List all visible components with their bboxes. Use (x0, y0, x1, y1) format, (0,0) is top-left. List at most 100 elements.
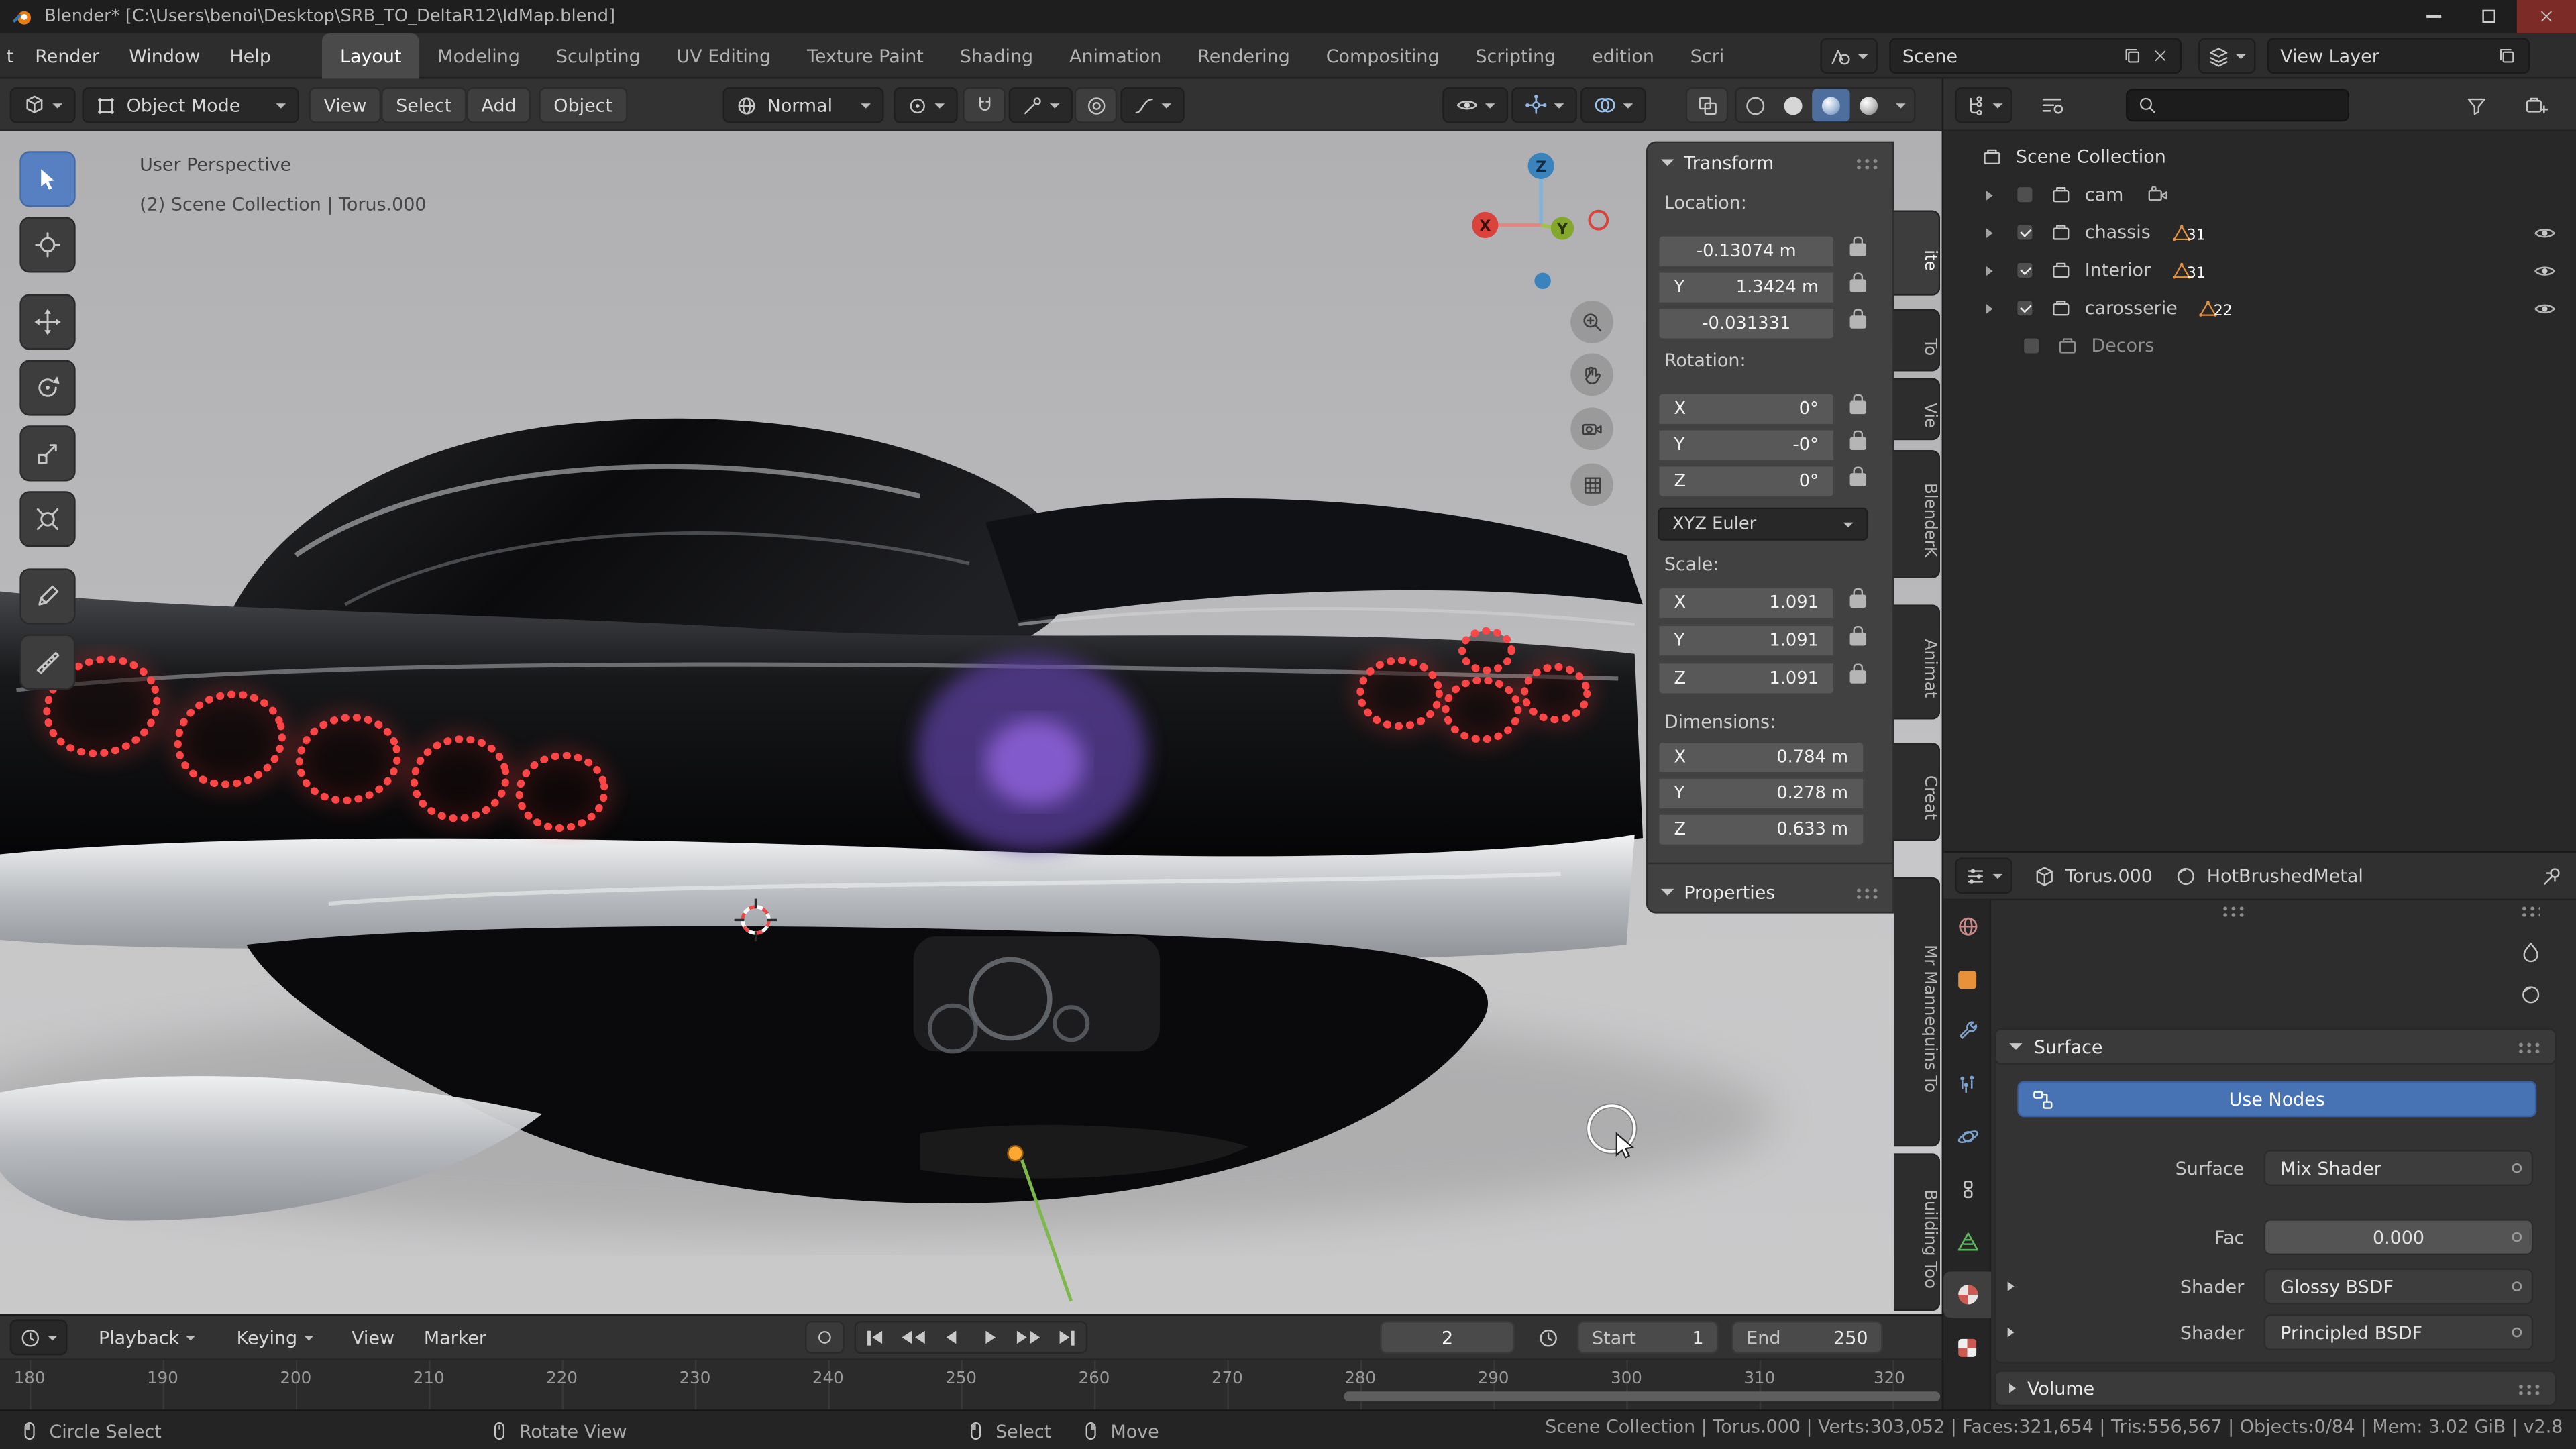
exclude-checkbox[interactable] (2016, 186, 2034, 204)
previous-keyframe-button[interactable] (894, 1322, 932, 1352)
workspace-tab-sculpting[interactable]: Sculpting (538, 33, 659, 79)
frame-start-field[interactable]: Start1 (1577, 1321, 1719, 1354)
side-tab-animation[interactable]: Animat (1894, 604, 1941, 719)
side-tab-blenderkit[interactable]: BlenderK (1894, 450, 1941, 578)
workspace-tab-shading[interactable]: Shading (942, 33, 1051, 79)
properties-tab-object[interactable] (1943, 956, 1991, 1002)
navigation-axis-gizmo[interactable]: Z X Y (1454, 145, 1634, 309)
pan-button[interactable] (1570, 354, 1613, 396)
camera-view-button[interactable] (1570, 407, 1613, 450)
view-layer-browse-button[interactable] (2198, 38, 2256, 74)
lock-icon[interactable] (1850, 670, 1866, 684)
shader2-dropdown[interactable]: Principled BSDF (2264, 1314, 2534, 1350)
copy-icon[interactable] (2497, 46, 2516, 66)
eye-icon[interactable] (2533, 221, 2556, 244)
panel-grip-icon[interactable] (1855, 157, 1880, 168)
view-layer-field[interactable]: View Layer (2267, 38, 2530, 74)
use-nodes-button[interactable]: Use Nodes (2017, 1081, 2536, 1117)
editor-type-button[interactable] (10, 87, 76, 123)
breadcrumb-object-name[interactable]: Torus.000 (2065, 865, 2153, 886)
workspace-tab-scri[interactable]: Scri (1672, 33, 1742, 79)
workspace-tab-compositing[interactable]: Compositing (1308, 33, 1458, 79)
outliner-filter-button[interactable] (2455, 87, 2498, 123)
expand-icon[interactable] (2008, 1328, 2015, 1338)
maximize-button[interactable] (2461, 0, 2517, 33)
overlays-dropdown[interactable] (1580, 87, 1646, 123)
side-tab-create[interactable]: Creat (1894, 743, 1941, 841)
panel-grip-icon[interactable] (1855, 886, 1880, 898)
eye-icon[interactable] (2533, 259, 2556, 282)
rotation-z-field[interactable]: Z0° (1658, 465, 1835, 498)
outliner-search-input[interactable] (2126, 89, 2349, 121)
view-menu-timeline[interactable]: View (341, 1320, 404, 1356)
menu-window[interactable]: Window (114, 33, 215, 79)
eye-icon[interactable] (2533, 297, 2556, 319)
properties-tab-material[interactable] (1943, 1272, 1991, 1318)
material-liquid-button[interactable] (2510, 933, 2550, 969)
lock-icon[interactable] (1850, 279, 1866, 292)
workspace-tab-scripting[interactable]: Scripting (1458, 33, 1574, 79)
dimensions-x-field[interactable]: X0.784 m (1658, 741, 1865, 773)
jump-to-start-button[interactable] (856, 1322, 894, 1352)
outliner-row-interior[interactable]: Interior 31 (1943, 252, 2576, 289)
expand-icon[interactable] (1986, 266, 1993, 276)
tool-measure[interactable] (19, 634, 75, 690)
fac-value-field[interactable]: 0.000 (2264, 1219, 2534, 1255)
snap-settings-dropdown[interactable] (1009, 87, 1073, 123)
side-tab-tool[interactable]: To (1894, 309, 1941, 371)
transform-panel-header[interactable]: Transform (1648, 143, 1892, 182)
shader1-dropdown[interactable]: Glossy BSDF (2264, 1269, 2534, 1305)
select-menu[interactable]: Select (381, 87, 466, 123)
workspace-tab-rendering[interactable]: Rendering (1179, 33, 1307, 79)
outliner-row-chassis[interactable]: chassis 31 (1943, 213, 2576, 251)
location-y-field[interactable]: Y1.3424 m (1658, 271, 1835, 304)
scale-z-field[interactable]: Z1.091 (1658, 662, 1835, 695)
outliner-row-cam[interactable]: cam (1943, 176, 2576, 213)
tool-select-tweak[interactable] (19, 151, 75, 207)
breadcrumb-material-name[interactable]: HotBrushedMetal (2207, 865, 2363, 886)
outliner-row-scene-collection[interactable]: Scene Collection (1943, 138, 2576, 176)
outliner-display-mode-button[interactable] (2031, 87, 2074, 123)
material-slots-grip-icon[interactable] (2221, 905, 2246, 916)
zoom-button[interactable] (1570, 301, 1613, 343)
unlink-icon[interactable] (2152, 48, 2168, 64)
scale-x-field[interactable]: X1.091 (1658, 586, 1835, 619)
volume-panel-header[interactable]: Volume (1994, 1370, 2557, 1406)
lock-icon[interactable] (1850, 595, 1866, 608)
timeline-scrollbar[interactable] (1344, 1391, 1940, 1401)
proportional-edit-toggle[interactable] (1075, 87, 1118, 123)
exclude-checkbox[interactable] (2023, 337, 2041, 355)
new-collection-button[interactable] (2514, 87, 2560, 123)
jump-to-end-button[interactable] (1048, 1322, 1086, 1352)
side-tab-mr-mannequins[interactable]: Mr Mannequins To (1894, 877, 1941, 1147)
shading-material-button[interactable] (1812, 89, 1849, 121)
close-button[interactable] (2517, 0, 2576, 33)
properties-tab-texture[interactable] (1943, 1324, 1991, 1371)
pivot-point-dropdown[interactable] (894, 87, 958, 123)
copy-icon[interactable] (2123, 46, 2142, 66)
scene-browse-button[interactable] (1820, 38, 1878, 74)
side-tab-item[interactable]: ite (1894, 210, 1941, 295)
surface-panel-header[interactable]: Surface (1994, 1028, 2557, 1065)
workspace-tab-texture-paint[interactable]: Texture Paint (789, 33, 942, 79)
properties-panel-header[interactable]: Properties (1648, 872, 1892, 912)
proportional-falloff-dropdown[interactable] (1120, 87, 1185, 123)
exclude-checkbox[interactable] (2016, 261, 2034, 279)
scene-name-field[interactable]: Scene (1889, 38, 2182, 74)
frame-end-field[interactable]: End250 (1731, 1321, 1882, 1354)
properties-tab-object-data[interactable] (1943, 1219, 1991, 1265)
location-z-field[interactable]: -0.031331 (1658, 307, 1835, 340)
marker-menu[interactable]: Marker (414, 1320, 496, 1356)
tool-transform[interactable] (19, 491, 75, 547)
surface-shader-dropdown[interactable]: Mix Shader (2264, 1150, 2534, 1186)
tool-rotate[interactable] (19, 360, 75, 415)
material-slots-menu-button[interactable] (2510, 892, 2550, 928)
properties-tab-constraints[interactable] (1943, 1167, 1991, 1213)
rotation-y-field[interactable]: Y-0° (1658, 429, 1835, 462)
view-menu[interactable]: View (309, 87, 381, 123)
location-x-field[interactable]: -0.13074 m (1658, 235, 1835, 268)
properties-tab-world[interactable] (1943, 904, 1991, 950)
play-button[interactable] (971, 1322, 1009, 1352)
properties-tab-modifiers[interactable] (1943, 1009, 1991, 1055)
menu-render[interactable]: Render (20, 33, 114, 79)
